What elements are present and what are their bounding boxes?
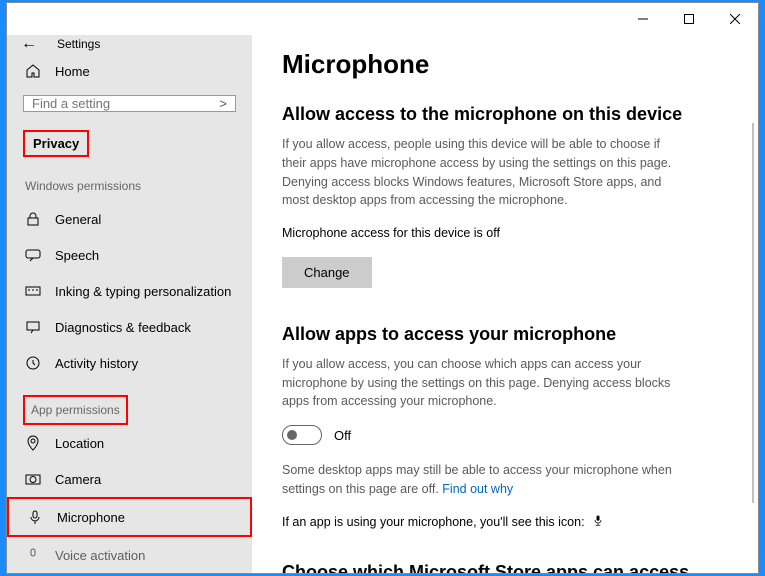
content-area: Microphone Allow access to the microphon…	[252, 35, 758, 573]
section2-note: Some desktop apps may still be able to a…	[282, 461, 682, 499]
mic-status-icon	[592, 513, 604, 532]
section2-title: Allow apps to access your microphone	[282, 324, 728, 345]
nav-location[interactable]: Location	[7, 425, 252, 461]
mic-in-use-note: If an app is using your microphone, you'…	[282, 513, 682, 532]
nav-microphone[interactable]: Microphone	[9, 499, 250, 535]
search-input[interactable]	[32, 96, 219, 111]
toggle-state: Off	[334, 428, 351, 443]
lock-icon	[25, 211, 41, 227]
change-button[interactable]: Change	[282, 257, 372, 288]
settings-window: ← Settings Home ˃ Privacy Windows permis…	[6, 2, 759, 574]
section3-title: Choose which Microsoft Store apps can ac…	[282, 562, 702, 573]
window-title: Settings	[57, 37, 100, 51]
nav-diagnostics[interactable]: Diagnostics & feedback	[7, 309, 252, 345]
home-nav[interactable]: Home	[7, 53, 252, 89]
section-windows-permissions: Windows permissions	[7, 171, 252, 201]
microphone-icon	[27, 509, 43, 525]
search-box[interactable]: ˃	[23, 95, 236, 112]
privacy-heading: Privacy	[23, 130, 89, 157]
search-icon: ˃	[219, 96, 227, 111]
nav-voice-activation[interactable]: Voice activation	[7, 537, 252, 573]
section2-body: If you allow access, you can choose whic…	[282, 355, 682, 411]
section-app-permissions: App permissions	[31, 403, 120, 417]
home-label: Home	[55, 64, 90, 79]
mic-access-status: Microphone access for this device is off	[282, 224, 682, 243]
section1-body: If you allow access, people using this d…	[282, 135, 682, 210]
find-out-why-link[interactable]: Find out why	[442, 482, 513, 496]
section1-title: Allow access to the microphone on this d…	[282, 104, 728, 125]
history-icon	[25, 355, 41, 371]
nav-general[interactable]: General	[7, 201, 252, 237]
nav-activity[interactable]: Activity history	[7, 345, 252, 381]
nav-speech[interactable]: Speech	[7, 237, 252, 273]
location-icon	[25, 435, 41, 451]
back-button[interactable]: ←	[21, 35, 37, 53]
page-title: Microphone	[282, 49, 728, 80]
apps-access-toggle[interactable]	[282, 425, 322, 445]
close-button[interactable]	[712, 3, 758, 35]
scrollbar[interactable]	[752, 123, 754, 503]
camera-icon	[25, 471, 41, 487]
minimize-button[interactable]	[620, 3, 666, 35]
voice-icon	[25, 547, 41, 563]
feedback-icon	[25, 319, 41, 335]
nav-camera[interactable]: Camera	[7, 461, 252, 497]
sidebar: ← Settings Home ˃ Privacy Windows permis…	[7, 35, 252, 573]
nav-inking[interactable]: Inking & typing personalization	[7, 273, 252, 309]
home-icon	[25, 63, 41, 79]
speech-icon	[25, 247, 41, 263]
titlebar	[7, 3, 758, 35]
keyboard-icon	[25, 283, 41, 299]
maximize-button[interactable]	[666, 3, 712, 35]
